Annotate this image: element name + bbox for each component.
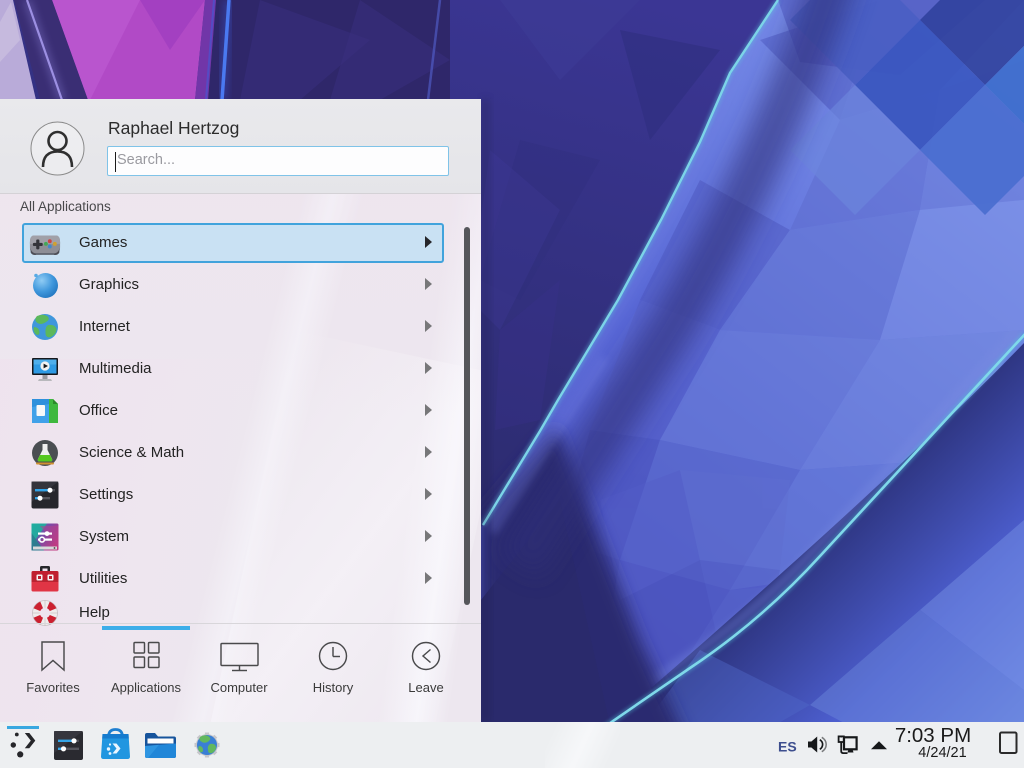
svg-text:ES: ES (778, 739, 797, 755)
